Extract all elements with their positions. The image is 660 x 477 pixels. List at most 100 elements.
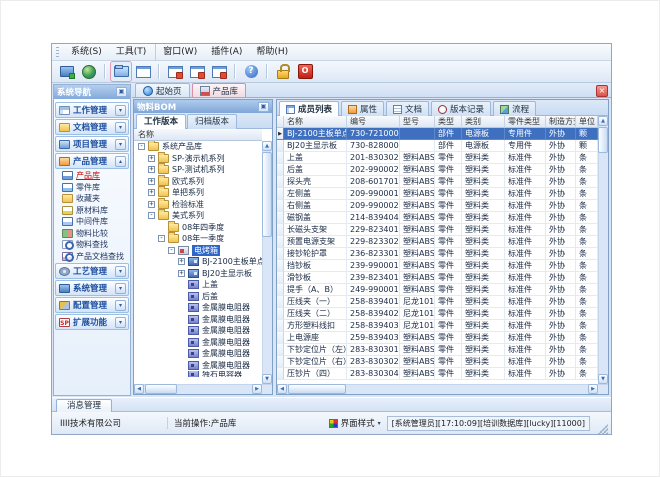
table-row[interactable]: 后盖 202-990002-01X 塑料ABS 零件 塑料类 标准件 外协 条 <box>277 164 598 176</box>
tree-item[interactable]: - 美式系列 <box>134 210 262 222</box>
detail-tab[interactable]: 版本记录 <box>431 101 491 116</box>
detail-tab[interactable]: 文档 <box>386 101 429 116</box>
lock-icon[interactable] <box>273 62 293 81</box>
tree-horizontal-scrollbar[interactable]: ◀ ▶ <box>134 384 272 394</box>
tree-expander[interactable]: - <box>138 143 145 150</box>
column-header[interactable]: 零件类型 <box>505 116 546 128</box>
scroll-up-icon[interactable]: ▲ <box>262 141 272 151</box>
sidebar-entry[interactable]: 物料比较 <box>55 228 129 240</box>
sidebar-entry[interactable]: 配置管理 ▾ <box>55 297 129 313</box>
section-chevron-button[interactable]: ▾ <box>115 139 126 150</box>
window-close-icon[interactable] <box>165 62 185 81</box>
tree-item[interactable]: + 检验标准 <box>134 199 262 211</box>
tree-expander[interactable]: - <box>148 212 155 219</box>
sidebar-entry[interactable]: 文档管理 ▾ <box>55 119 129 135</box>
column-header[interactable]: 编号 <box>347 116 400 128</box>
tree-expander[interactable]: + <box>148 201 155 208</box>
table-row[interactable]: 压钞片（四） 283-830304-00X 塑料ABS 零件 塑料类 标准件 外… <box>277 368 598 380</box>
tree-item[interactable]: + BJ20主显示板 <box>134 268 262 280</box>
menu-item[interactable]: 插件(A) <box>204 44 249 60</box>
globe-icon[interactable] <box>79 62 99 81</box>
table-row[interactable]: 压线夹（二） 258-839402-00X 尼龙1010 零件 塑料类 标准件 … <box>277 308 598 320</box>
sidebar-entry[interactable]: 扩展功能 ▾ <box>55 314 129 330</box>
tree-item[interactable]: 金属膜电阻器 <box>134 302 262 314</box>
table-row[interactable]: 滑钞板 239-823401-00X 塑料ABS 零件 塑料类 标准件 外协 条 <box>277 272 598 284</box>
table-row[interactable]: 右侧盖 209-990002-01X 塑料ABS 零件 塑料类 标准件 外协 条 <box>277 200 598 212</box>
pin-icon[interactable]: ▣ <box>258 102 269 112</box>
tree-item[interactable]: + BJ-2100主板单点 <box>134 256 262 268</box>
grid-window-icon[interactable] <box>133 62 153 81</box>
menubar-grip[interactable] <box>56 47 59 58</box>
help-icon[interactable] <box>241 62 261 81</box>
tree-expander[interactable]: + <box>148 178 155 185</box>
tree-item[interactable]: 金属膜电阻器 <box>134 360 262 372</box>
menu-item[interactable]: 工具(T) <box>109 44 154 60</box>
tree-item[interactable]: 金属膜电阻器 <box>134 314 262 326</box>
sidebar-entry[interactable]: 产品文档查找 <box>55 251 129 263</box>
tree-item[interactable]: - 08年一季度 <box>134 233 262 245</box>
tree-item[interactable]: + SP-测试机系列 <box>134 164 262 176</box>
detail-tab[interactable]: 属性 <box>341 101 384 116</box>
scrollbar-thumb[interactable] <box>145 384 177 394</box>
sidebar-entry[interactable]: 项目管理 ▾ <box>55 136 129 152</box>
tree-item[interactable]: 金属膜电阻器 <box>134 337 262 349</box>
sidebar-entry[interactable]: 中间件库 <box>55 216 129 228</box>
sidebar-entry[interactable]: 系统管理 ▾ <box>55 280 129 296</box>
table-row[interactable]: 左侧盖 209-990001-01X 塑料ABS 零件 塑料类 标准件 外协 条 <box>277 188 598 200</box>
scroll-left-icon[interactable]: ◀ <box>277 384 287 394</box>
table-row[interactable]: 挡钞板 239-990001-01X 塑料ABS 零件 塑料类 标准件 外协 条 <box>277 260 598 272</box>
detail-tab[interactable]: 成员列表 <box>279 101 339 116</box>
tree-expander[interactable]: + <box>148 155 155 162</box>
tree-column-header[interactable]: 名称 <box>134 129 262 141</box>
table-row[interactable]: 下钞定位片（左） 283-830301-00X 塑料ABS 零件 塑料类 标准件… <box>277 344 598 356</box>
section-chevron-button[interactable]: ▴ <box>115 156 126 167</box>
scroll-down-icon[interactable]: ▼ <box>598 374 608 384</box>
desktop-icon[interactable] <box>57 62 77 81</box>
scroll-left-icon[interactable]: ◀ <box>134 384 144 394</box>
section-chevron-button[interactable]: ▾ <box>115 105 126 116</box>
table-row[interactable]: 磁钢盖 214-839404-01X 塑料ABS 零件 塑料类 标准件 外协 条 <box>277 212 598 224</box>
scroll-up-icon[interactable]: ▲ <box>598 116 608 126</box>
document-tab[interactable]: 产品库 <box>192 83 247 97</box>
column-header[interactable]: 名称 <box>284 116 347 128</box>
tree-item[interactable]: - 系统产品库 <box>134 141 262 153</box>
column-header[interactable]: 类别 <box>462 116 505 128</box>
column-header[interactable]: 型号 <box>400 116 435 128</box>
document-tab[interactable]: 起始页 <box>135 83 190 97</box>
table-row[interactable]: 探头壳 208-601701-01X 塑料ABS 零件 塑料类 标准件 外协 条 <box>277 176 598 188</box>
tree-expander[interactable]: - <box>158 235 165 242</box>
tree-item[interactable]: 后盖 <box>134 291 262 303</box>
tree-item[interactable]: + SP-演示机系列 <box>134 153 262 165</box>
tree-expander[interactable]: + <box>178 258 185 265</box>
tree-expander[interactable]: - <box>168 247 175 254</box>
version-tab[interactable]: 归档版本 <box>187 114 237 129</box>
table-row[interactable]: 上盖 201-830302-00X 塑料ABS 零件 塑料类 标准件 外协 条 <box>277 152 598 164</box>
tree-expander[interactable]: + <box>148 166 155 173</box>
version-tab[interactable]: 工作版本 <box>136 114 186 129</box>
scroll-right-icon[interactable]: ▶ <box>252 384 262 394</box>
table-row[interactable]: ▶ BJ-2100主板单点 730-721000-12X 部件 电源板 专用件 … <box>277 128 598 140</box>
scrollbar-thumb[interactable] <box>598 127 608 153</box>
tree-expander[interactable]: + <box>178 270 185 277</box>
section-chevron-button[interactable]: ▾ <box>115 300 126 311</box>
open-folder-icon[interactable] <box>111 62 131 81</box>
scrollbar-thumb[interactable] <box>288 384 346 394</box>
column-header[interactable]: 类型 <box>435 116 462 128</box>
tree-item[interactable]: + 欧式系列 <box>134 176 262 188</box>
table-row[interactable]: 下钞定位片（右） 283-830302-00X 塑料ABS 零件 塑料类 标准件… <box>277 356 598 368</box>
section-chevron-button[interactable]: ▾ <box>115 122 126 133</box>
tree-item[interactable]: - 电烤箱 <box>134 245 262 257</box>
table-row[interactable]: 提手（A、B） 249-990001-01X 塑料ABS 零件 塑料类 标准件 … <box>277 284 598 296</box>
menu-item[interactable]: 窗口(W) <box>155 44 204 60</box>
sidebar-entry[interactable]: 收藏夹 <box>55 193 129 205</box>
tree-item[interactable]: 独石电容器 <box>134 371 262 377</box>
menu-item[interactable]: 帮助(H) <box>249 44 295 60</box>
table-row[interactable]: BJ20主显示板 730-828000-04X 部件 电源板 专用件 外协 颗 <box>277 140 598 152</box>
detail-tab[interactable]: 流程 <box>493 101 536 116</box>
window-cascade-icon[interactable] <box>187 62 207 81</box>
section-chevron-button[interactable]: ▾ <box>115 283 126 294</box>
sidebar-entry[interactable]: 原材料库 <box>55 205 129 217</box>
column-header[interactable]: 单位 <box>576 116 598 128</box>
exit-icon[interactable] <box>295 62 315 81</box>
resize-grip[interactable] <box>598 424 608 434</box>
